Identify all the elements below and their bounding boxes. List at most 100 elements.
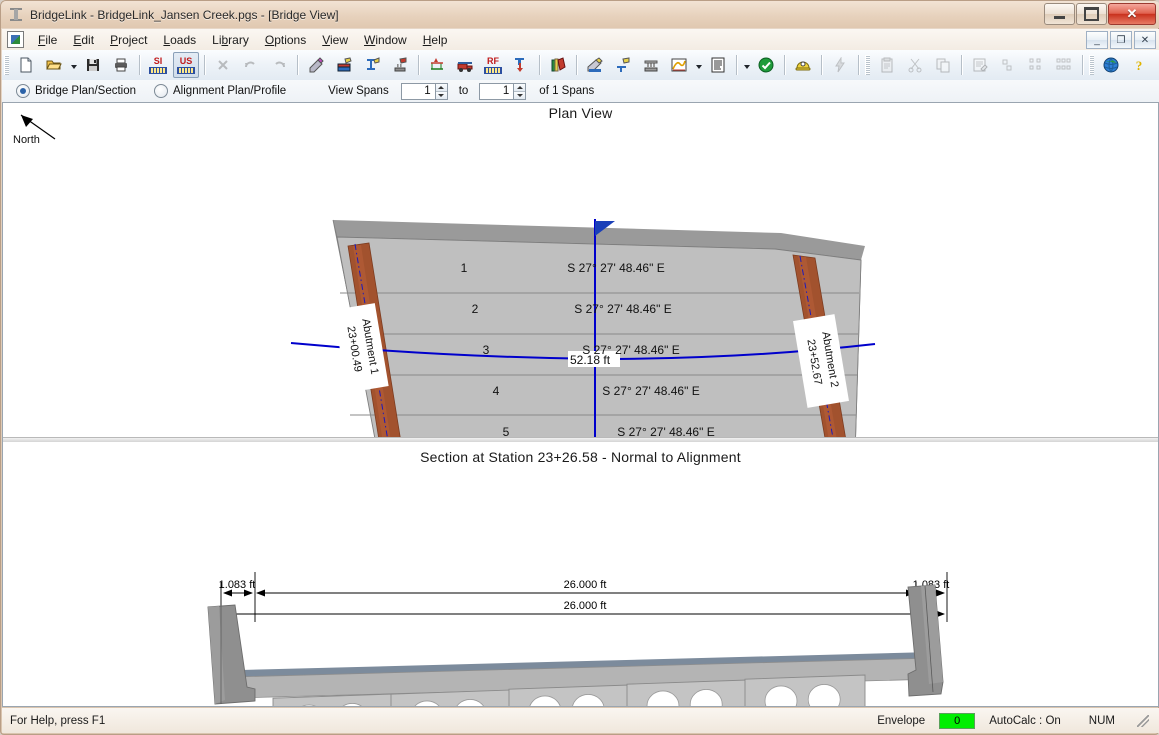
span-from-increment-button[interactable] <box>435 83 447 92</box>
box-girder-section <box>626 679 748 706</box>
plan-girder-bearing: S 27° 27' 48.46" E <box>602 384 699 398</box>
span-to-stepper-buttons[interactable] <box>513 82 527 100</box>
span-from-value[interactable]: 1 <box>400 82 435 100</box>
title-bar: BridgeLink - BridgeLink_Jansen Creek.pgs… <box>1 1 1159 28</box>
align-left-icon <box>995 52 1021 78</box>
menu-item-project[interactable]: Project <box>102 31 155 49</box>
copy-icon <box>930 52 956 78</box>
truck-live-load-icon[interactable] <box>452 52 478 78</box>
bridge-view-client: Plan View Abutment 1 23+00.49 Abutment 2… <box>2 102 1159 707</box>
menu-item-edit[interactable]: Edit <box>65 31 102 49</box>
plan-girder-number: 4 <box>493 384 500 398</box>
deck-view-icon[interactable] <box>582 52 608 78</box>
delete-x-icon <box>210 52 236 78</box>
graph-dropdown-arrow-icon[interactable] <box>693 53 704 77</box>
mdi-close-button[interactable]: ✕ <box>1134 31 1156 49</box>
radio-bridge-plan-section[interactable]: Bridge Plan/Section <box>16 84 136 98</box>
toolbar-separator <box>784 55 785 75</box>
dim-left-overhang-label: 1.083 ft <box>219 579 256 591</box>
alignment-icon[interactable] <box>424 52 450 78</box>
status-autocalc-label: AutoCalc : On <box>989 714 1061 727</box>
edit-properties-icon <box>967 52 993 78</box>
edit-deck-icon[interactable] <box>303 52 329 78</box>
toolbar-separator <box>1082 55 1083 75</box>
close-button[interactable]: ✕ <box>1108 3 1156 25</box>
open-folder-icon[interactable] <box>41 52 67 78</box>
status-envelope-label: Envelope <box>877 714 926 727</box>
plan-view-pane[interactable]: Plan View Abutment 1 23+00.49 Abutment 2… <box>3 103 1158 437</box>
toolbar-separator <box>297 55 298 75</box>
svg-text:?: ? <box>1136 58 1143 73</box>
mdi-minimize-button[interactable]: _ <box>1086 31 1108 49</box>
status-help-text: For Help, press F1 <box>10 714 106 727</box>
edit-girder-icon[interactable] <box>359 52 385 78</box>
rating-factor-icon[interactable]: RF <box>480 52 506 78</box>
si-units-icon[interactable]: SI <box>145 52 171 78</box>
graph-view-icon[interactable] <box>666 52 692 78</box>
status-num-label: NUM <box>1088 714 1115 727</box>
span-to-stepper[interactable]: 1 <box>479 82 527 100</box>
redo-arrow-icon <box>266 52 292 78</box>
radio-alignment-plan-profile[interactable]: Alignment Plan/Profile <box>154 84 286 98</box>
box-girder-section <box>744 674 866 706</box>
span-to-decrement-button[interactable] <box>514 91 526 99</box>
new-document-icon[interactable] <box>13 52 39 78</box>
span-from-stepper[interactable]: 1 <box>400 82 448 100</box>
radio-bridge-plan-section-indicator <box>16 84 30 98</box>
menu-item-options[interactable]: Options <box>257 31 314 49</box>
load-rating-icon[interactable] <box>508 52 534 78</box>
open-dropdown-arrow-icon[interactable] <box>68 53 79 77</box>
toolbar-drag-handle[interactable] <box>865 55 870 75</box>
help-question-icon[interactable]: ? <box>1126 52 1152 78</box>
hard-hat-icon[interactable] <box>790 52 816 78</box>
toolbar-separator <box>204 55 205 75</box>
toolbar-drag-handle[interactable] <box>1089 55 1094 75</box>
check-status-icon[interactable] <box>753 52 779 78</box>
toolbar-drag-handle[interactable] <box>4 55 9 75</box>
girder-view-icon[interactable] <box>610 52 636 78</box>
menu-item-window[interactable]: Window <box>356 31 415 49</box>
app-logo-icon <box>8 7 24 23</box>
menu-item-help[interactable]: Help <box>415 31 456 49</box>
maximize-button[interactable] <box>1076 3 1107 25</box>
span-from-stepper-buttons[interactable] <box>434 82 448 100</box>
menu-item-loads[interactable]: Loads <box>155 31 204 49</box>
minimize-button[interactable] <box>1044 3 1075 25</box>
grid-layout-icon <box>1051 52 1077 78</box>
print-icon[interactable] <box>108 52 134 78</box>
plan-girder-number: 1 <box>461 261 468 275</box>
of-spans-label: of 1 Spans <box>539 85 595 97</box>
save-disk-icon[interactable] <box>80 52 106 78</box>
toolbar-separator <box>858 55 859 75</box>
document-system-icon[interactable] <box>7 31 24 48</box>
plan-girder-bearing: S 27° 27' 48.46" E <box>574 302 671 316</box>
globe-icon[interactable] <box>1098 52 1124 78</box>
menu-bar: File Edit Project Loads Library Options View Wi… <box>2 29 1159 51</box>
menu-item-view[interactable]: View <box>314 31 356 49</box>
status-envelope-value: 0 <box>939 712 976 729</box>
section-view-pane[interactable]: Section at Station 23+26.58 - Normal to … <box>3 442 1158 706</box>
report-icon[interactable] <box>705 52 731 78</box>
menu-item-file[interactable]: File <box>30 31 65 49</box>
span-from-decrement-button[interactable] <box>435 91 447 99</box>
north-label: North <box>13 134 40 146</box>
span-to-value[interactable]: 1 <box>479 82 514 100</box>
mdi-restore-button[interactable]: ❐ <box>1110 31 1132 49</box>
plan-girder-bearing: S 27° 27' 48.46" E <box>567 261 664 275</box>
edit-bridge-icon[interactable] <box>331 52 357 78</box>
dim-deck-width-1: 26.000 ft <box>256 579 915 597</box>
edit-pier-icon[interactable] <box>387 52 413 78</box>
report-dropdown-arrow-icon[interactable] <box>741 53 752 77</box>
main-toolbar: SI US RF? <box>2 50 1159 81</box>
view-spans-label: View Spans <box>328 85 389 97</box>
us-units-icon[interactable]: US <box>173 52 199 78</box>
toolbar-separator <box>418 55 419 75</box>
span-to-increment-button[interactable] <box>514 83 526 92</box>
plan-girder-bearing: S 27° 27' 48.46" E <box>582 343 679 357</box>
toolbar-separator <box>961 55 962 75</box>
menu-item-library[interactable]: Library <box>204 31 257 49</box>
resize-grip[interactable] <box>1137 714 1149 727</box>
pier-view-icon[interactable] <box>638 52 664 78</box>
library-editor-icon[interactable] <box>545 52 571 78</box>
status-right-group: Envelope 0 AutoCalc : On NUM <box>863 712 1149 729</box>
